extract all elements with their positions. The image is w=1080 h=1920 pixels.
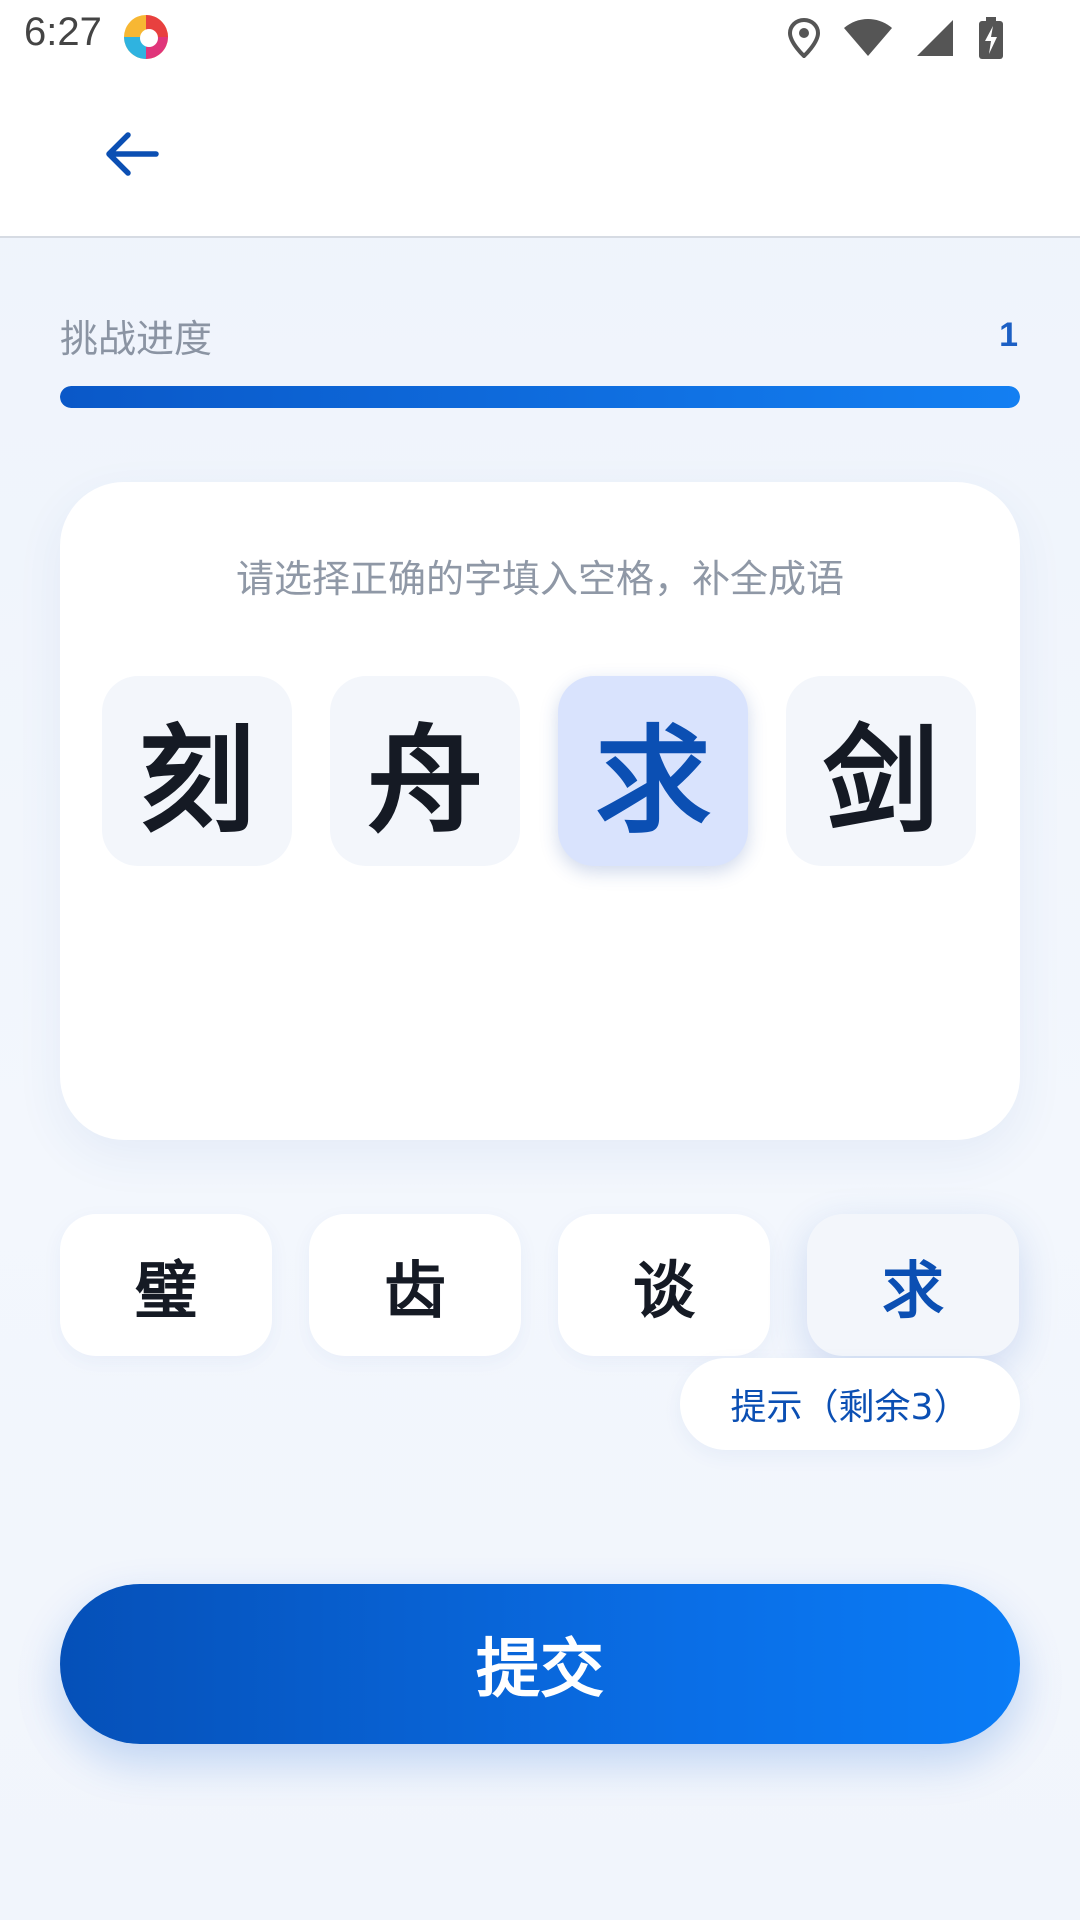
location-icon	[787, 18, 821, 58]
status-icons	[787, 14, 1005, 62]
option-tile-4[interactable]: 求	[807, 1214, 1019, 1356]
battery-charging-icon	[979, 17, 1003, 59]
wifi-icon	[844, 19, 892, 56]
option-tile-1[interactable]: 璧	[60, 1214, 272, 1356]
status-bar: 6:27	[0, 0, 1080, 76]
answer-slot-1[interactable]: 刻	[102, 676, 292, 866]
status-time: 6:27	[24, 10, 102, 54]
answer-slot-3[interactable]: 求	[558, 676, 748, 866]
progress-bar-fill	[60, 386, 1020, 408]
hint-button[interactable]: 提示（剩余3）	[680, 1358, 1020, 1450]
option-tile-3[interactable]: 谈	[558, 1214, 770, 1356]
app-logo-icon	[124, 15, 168, 59]
option-tile-2[interactable]: 齿	[309, 1214, 521, 1356]
answer-slot-2[interactable]: 舟	[330, 676, 520, 866]
instruction-text: 请选择正确的字填入空格，补全成语	[235, 557, 844, 601]
app-header	[0, 76, 1080, 238]
back-button[interactable]	[96, 122, 168, 186]
progress-label: 挑战进度	[60, 317, 213, 361]
arrow-left-icon	[106, 132, 159, 176]
submit-button[interactable]: 提交	[60, 1584, 1020, 1744]
cell-signal-icon	[917, 20, 953, 56]
progress-bar	[60, 386, 1020, 408]
answer-slot-4[interactable]: 剑	[786, 676, 976, 866]
progress-count: 1	[999, 316, 1018, 354]
